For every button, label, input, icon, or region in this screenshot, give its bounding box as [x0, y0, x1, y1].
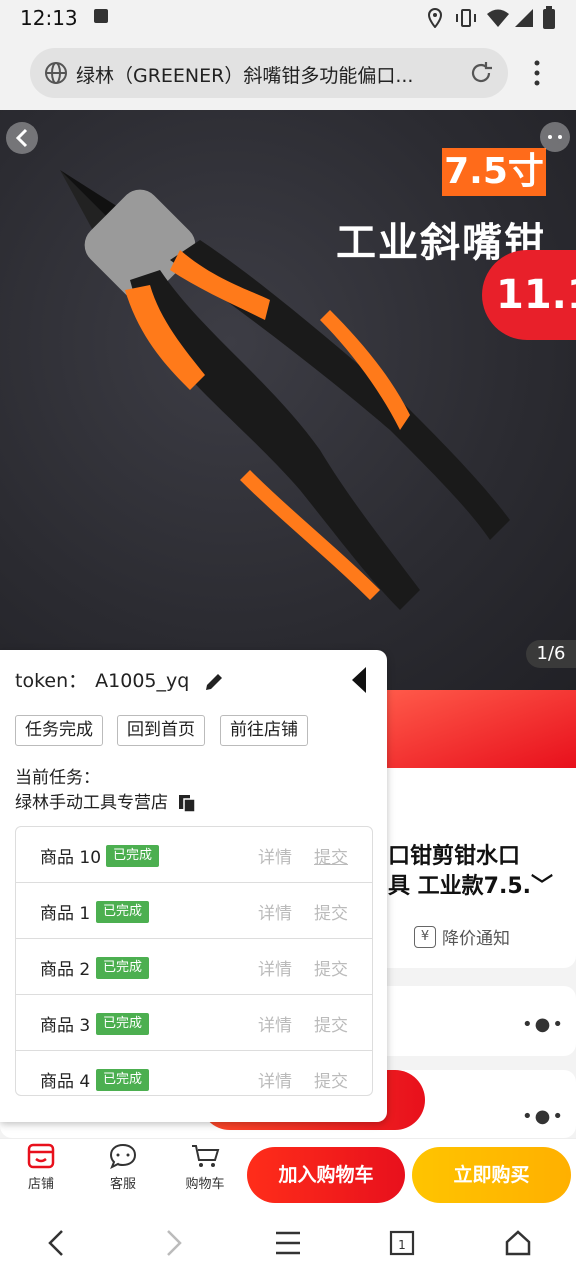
shop-tab[interactable]: 店铺 [11, 1143, 71, 1192]
wifi-icon [487, 9, 509, 27]
task-panel: token： A1005_yq 任务完成 回到首页 前往店铺 当前任务： 绿林手动… [0, 650, 387, 1122]
globe-icon [45, 62, 67, 84]
status-badge: 已完成 [96, 901, 150, 923]
promo-banner [386, 690, 576, 768]
status-badge: 已完成 [96, 957, 150, 979]
go-to-shop-button[interactable]: 前往店铺 [220, 715, 308, 746]
table-row: 商品 10 已完成 详情 提交 [16, 827, 372, 883]
task-name: 商品 3 [40, 1016, 91, 1036]
table-row: 商品 1 已完成 详情 提交 [16, 883, 372, 939]
task-name: 商品 10 [40, 848, 102, 868]
options-dots-icon[interactable]: •●• [522, 1014, 565, 1035]
shop-icon [27, 1143, 55, 1169]
home-icon[interactable] [504, 1228, 532, 1258]
bottom-action-bar: 店铺 客服 购物车 加入购物车 立即购买 [0, 1138, 576, 1210]
submit-link[interactable]: 提交 [314, 1011, 348, 1036]
notification-icon [94, 9, 108, 23]
task-name: 商品 4 [40, 1072, 91, 1092]
table-row: 商品 4 已完成 详情 提交 [16, 1051, 372, 1095]
menu-icon[interactable] [274, 1228, 302, 1258]
price-alert-label: 降价通知 [442, 929, 510, 949]
address-bar[interactable]: 绿林（GREENER）斜嘴钳多功能偏口... [30, 48, 508, 98]
back-button[interactable] [6, 122, 38, 154]
copy-icon[interactable] [177, 793, 197, 813]
submit-link[interactable]: 提交 [314, 843, 348, 868]
back-icon[interactable] [44, 1228, 68, 1258]
buy-now-button[interactable]: 立即购买 [412, 1147, 571, 1203]
product-title-line2: 具 工业款7.5.﹀ [388, 872, 553, 902]
task-complete-button[interactable]: 任务完成 [15, 715, 103, 746]
task-name: 商品 1 [40, 904, 91, 924]
cart-icon [192, 1145, 220, 1167]
table-row: 商品 2 已完成 详情 提交 [16, 939, 372, 995]
browser-nav-bar: 1 [0, 1210, 576, 1280]
image-pager: 1/6 [526, 640, 576, 668]
collapse-panel-icon[interactable] [350, 666, 368, 694]
submit-link[interactable]: 提交 [314, 899, 348, 924]
current-task-value: 绿林手动工具专营店 [15, 788, 197, 813]
chevron-left-icon [15, 128, 28, 148]
detail-link[interactable]: 详情 [258, 1011, 292, 1036]
ellipsis-icon [548, 135, 562, 139]
status-time: 12:13 [20, 6, 78, 30]
reload-icon[interactable] [468, 60, 494, 86]
token-label: token： [15, 670, 88, 692]
product-title: 口钳剪钳水口 具 工业款7.5.﹀ [388, 842, 553, 902]
back-home-button[interactable]: 回到首页 [117, 715, 205, 746]
price-alert[interactable]: ¥ 降价通知 [414, 924, 510, 949]
size-tag: 7.5寸 [442, 148, 546, 196]
detail-link[interactable]: 详情 [258, 843, 292, 868]
cart-tab[interactable]: 购物车 [175, 1143, 235, 1192]
table-row: 商品 3 已完成 详情 提交 [16, 995, 372, 1051]
more-options-button[interactable] [540, 122, 570, 152]
detail-link[interactable]: 详情 [258, 1067, 292, 1092]
svg-text:1: 1 [398, 1238, 406, 1252]
shop-label: 店铺 [27, 1177, 54, 1192]
detail-link[interactable]: 详情 [258, 955, 292, 980]
service-tab[interactable]: 客服 [93, 1143, 153, 1192]
tabs-icon[interactable]: 1 [388, 1228, 416, 1258]
chat-icon [109, 1143, 137, 1169]
token-value: A1005_yq [95, 670, 190, 692]
status-badge: 已完成 [96, 1069, 150, 1091]
product-title-line2-text: 具 工业款7.5. [388, 874, 531, 899]
submit-link[interactable]: 提交 [314, 955, 348, 980]
page-title: 绿林（GREENER）斜嘴钳多功能偏口... [76, 65, 414, 87]
status-badge: 已完成 [106, 845, 160, 867]
status-bar: 12:13 [0, 0, 576, 36]
cart-label: 购物车 [185, 1177, 225, 1192]
browser-toolbar: 绿林（GREENER）斜嘴钳多功能偏口... [0, 36, 576, 110]
promo-dots-icon[interactable]: •●• [522, 1106, 565, 1127]
pliers-illustration [60, 170, 510, 610]
task-list[interactable]: 商品 10 已完成 详情 提交 商品 1 已完成 详情 提交 商品 2 已完成 … [15, 826, 373, 1096]
price-tag-icon: ¥ [414, 925, 436, 948]
detail-link[interactable]: 详情 [258, 899, 292, 924]
status-badge: 已完成 [96, 1013, 150, 1035]
location-icon [427, 8, 443, 28]
more-menu-icon[interactable] [530, 58, 544, 88]
forward-icon[interactable] [162, 1228, 186, 1258]
task-name: 商品 2 [40, 960, 91, 980]
signal-icon [515, 9, 533, 27]
edit-icon[interactable] [203, 671, 225, 693]
service-label: 客服 [109, 1177, 136, 1192]
vibrate-icon [456, 9, 476, 27]
token-row: token： A1005_yq [15, 666, 225, 693]
product-image-gallery[interactable]: 7.5寸 工业斜嘴钳 11.11 [0, 110, 576, 690]
current-task-label: 当前任务： [15, 768, 100, 788]
battery-icon [543, 6, 555, 29]
current-task-shop: 绿林手动工具专营店 [15, 793, 168, 813]
add-to-cart-button[interactable]: 加入购物车 [247, 1147, 405, 1203]
product-title-line1: 口钳剪钳水口 [388, 844, 521, 869]
double-11-badge: 11.11 [482, 250, 576, 340]
submit-link[interactable]: 提交 [314, 1067, 348, 1092]
expand-chevron-icon[interactable]: ﹀ [531, 874, 553, 899]
